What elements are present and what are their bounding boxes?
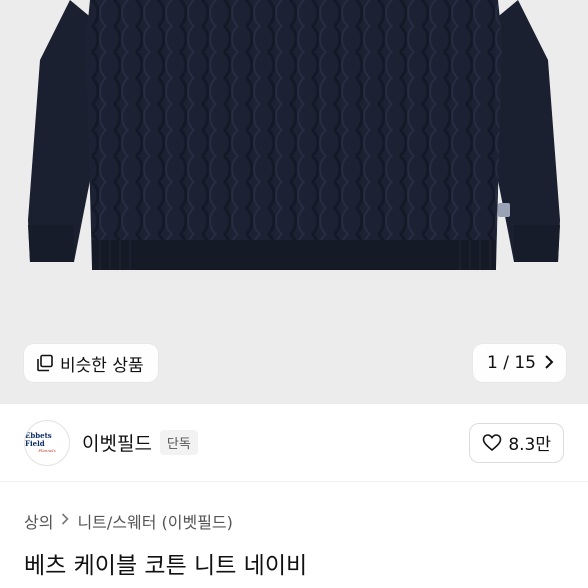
breadcrumb-item-category[interactable]: 상의	[24, 509, 53, 533]
image-counter: 1 / 15	[487, 353, 536, 373]
seller-logo-text: Ebbets Field	[25, 431, 52, 448]
similar-products-label: 비슷한 상품	[60, 355, 144, 376]
seller-row[interactable]: Ebbets Field Flannels 이벳필드 단독 8.3만	[0, 404, 588, 482]
seller-avatar[interactable]: Ebbets Field Flannels	[24, 419, 70, 466]
seller-logo-subtext: Flannels	[38, 448, 56, 453]
like-button[interactable]: 8.3만	[469, 422, 564, 463]
exclusive-badge: 단독	[159, 430, 198, 455]
chevron-right-icon	[61, 513, 70, 529]
copy-icon	[36, 354, 54, 372]
heart-icon	[482, 433, 502, 453]
seller-name[interactable]: 이벳필드	[82, 429, 152, 456]
similar-products-button[interactable]: 비슷한 상품	[24, 344, 158, 382]
image-counter-button[interactable]: 1 / 15	[473, 344, 566, 382]
breadcrumb-item-subcategory[interactable]: 니트/스웨터 (이벳필드)	[77, 509, 232, 533]
breadcrumb: 상의 니트/스웨터 (이벳필드)	[24, 509, 233, 533]
like-count: 8.3만	[508, 435, 551, 455]
chevron-right-icon	[544, 354, 554, 373]
product-image-carousel[interactable]: 비슷한 상품 1 / 15	[0, 0, 588, 404]
product-title: 베츠 케이블 코튼 니트 네이비	[24, 553, 308, 579]
